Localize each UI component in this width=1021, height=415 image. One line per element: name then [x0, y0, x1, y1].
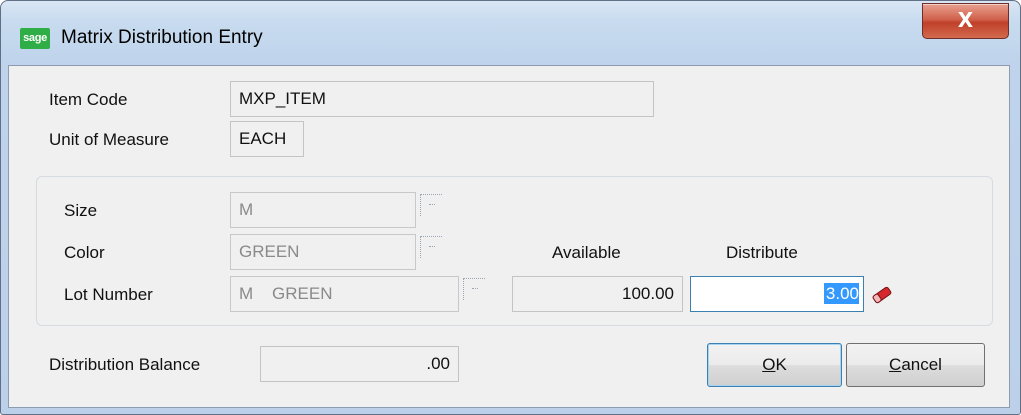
cancel-button[interactable]: Cancel [846, 343, 985, 387]
color-lookup-icon [420, 236, 442, 258]
unit-of-measure-label: Unit of Measure [49, 130, 169, 149]
unit-of-measure-field: EACH [230, 121, 304, 157]
distribution-balance-label: Distribution Balance [49, 355, 201, 374]
ok-button-mnemonic: O [762, 355, 776, 374]
color-field: GREEN [230, 234, 416, 270]
size-label: Size [64, 201, 98, 220]
close-button[interactable]: X [922, 3, 1009, 39]
color-label: Color [64, 243, 105, 262]
cancel-button-label: ancel [901, 355, 942, 374]
item-code-label: Item Code [49, 90, 128, 109]
distribute-input[interactable]: 3.00 [690, 276, 864, 312]
ok-button-label: K [775, 355, 787, 374]
lot-number-field: M GREEN [230, 276, 459, 312]
distribute-label: Distribute [726, 243, 798, 262]
lot-number-lookup-icon [463, 278, 485, 300]
item-code-field: MXP_ITEM [230, 81, 654, 117]
lot-number-label: Lot Number [64, 285, 153, 304]
cancel-button-mnemonic: C [889, 355, 902, 374]
size-field: M [230, 192, 416, 228]
eraser-icon[interactable] [870, 285, 894, 305]
ok-button[interactable]: OK [707, 343, 842, 387]
available-field: 100.00 [512, 276, 683, 312]
distribution-balance-field: .00 [260, 346, 459, 382]
window-title: Matrix Distribution Entry [61, 27, 263, 48]
title-bar[interactable]: sage Matrix Distribution Entry X [1, 1, 1020, 71]
sage-app-icon: sage [20, 28, 50, 49]
distribute-input-value: 3.00 [823, 283, 859, 304]
size-lookup-icon [420, 194, 442, 216]
available-label: Available [552, 243, 621, 262]
matrix-distribution-window: sage Matrix Distribution Entry X Item Co… [0, 0, 1021, 415]
